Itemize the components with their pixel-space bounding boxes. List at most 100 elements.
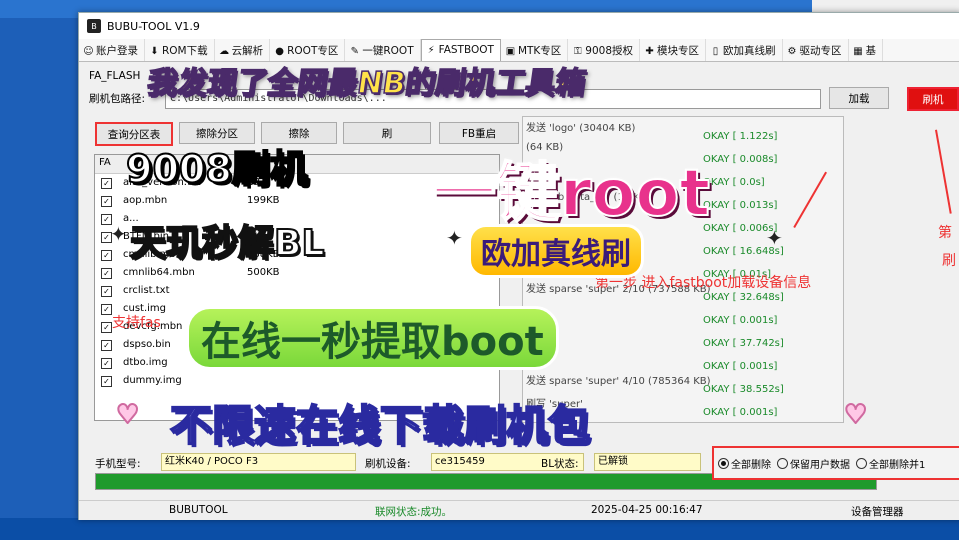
- tab-label: ROOT专区: [287, 45, 339, 57]
- tab-8[interactable]: ✚ 模块专区: [640, 39, 707, 61]
- log-ok-line: OKAY [ 0.0s]: [703, 176, 765, 188]
- log-ok-line: OKAY [ 32.648s]: [703, 291, 784, 303]
- bolt-icon: ⚡: [427, 45, 435, 56]
- taskbar: [0, 518, 959, 540]
- promo-oneplus: 欧加真线刷: [468, 224, 644, 278]
- file-row[interactable]: ✓ crclist.txt: [95, 283, 499, 301]
- checkbox[interactable]: ✓: [101, 268, 112, 279]
- root-icon: ●: [275, 46, 284, 57]
- file-row[interactable]: ✓ dummy.img: [95, 373, 499, 391]
- left-note: 支持fas: [112, 315, 161, 331]
- bl-label: BL状态:: [541, 458, 579, 470]
- promo-bl: 天玑秒解BL: [129, 222, 325, 265]
- status-datetime: 2025-04-25 00:16:47: [591, 504, 703, 516]
- checkbox[interactable]: ✓: [101, 376, 112, 387]
- puzzle-icon: ✚: [645, 46, 654, 57]
- tab-11[interactable]: ▦ 基: [849, 39, 884, 61]
- file-name: crclist.txt: [123, 285, 170, 296]
- log-ok-line: OKAY [ 37.742s]: [703, 337, 784, 349]
- tab-label: 模块专区: [657, 45, 700, 57]
- tab-label: 驱动专区: [799, 45, 842, 57]
- model-label: 手机型号:: [95, 458, 141, 470]
- sparkle-icon: ✦: [766, 226, 783, 250]
- status-network: 联网状态:成功。: [375, 506, 453, 518]
- wand-icon: ✎: [350, 46, 360, 57]
- file-name: aop.mbn: [123, 195, 168, 206]
- file-name: dummy.img: [123, 375, 182, 386]
- promo-boot: 在线一秒提取boot: [186, 306, 559, 370]
- file-name: dspso.bin: [123, 339, 171, 350]
- heart-icon: ♥: [115, 399, 140, 431]
- radio-icon[interactable]: [856, 457, 867, 469]
- tab-label: 账户登录: [96, 45, 138, 57]
- flash-button[interactable]: 刷机: [907, 87, 959, 111]
- section-label: FA_FLASH: [89, 70, 141, 82]
- path-label: 刷机包路径:: [89, 93, 146, 105]
- box-icon: ▦: [853, 46, 863, 57]
- checkbox[interactable]: ✓: [101, 250, 112, 261]
- tab-9[interactable]: ▯ 欧加真线刷: [706, 39, 783, 61]
- checkbox[interactable]: ✓: [101, 322, 112, 333]
- device-manager-link[interactable]: 设备管理器: [851, 504, 904, 519]
- log-ok-line: OKAY [ 0.001s]: [703, 314, 778, 326]
- sparkle-icon: ✦: [446, 226, 463, 250]
- log-ok-line: OKAY [ 0.008s]: [703, 153, 778, 165]
- file-row[interactable]: ✓ cmnlib64.mbn 500KB: [95, 265, 499, 283]
- window-title: BUBU-TOOL V1.9: [107, 19, 200, 33]
- radio-icon[interactable]: [777, 457, 788, 469]
- log-ok-line: OKAY [ 38.552s]: [703, 383, 784, 395]
- fb-reboot-button[interactable]: FB重启: [439, 122, 519, 144]
- tab-label: 欧加真线刷: [723, 45, 776, 57]
- heart-icon: ♥: [843, 399, 868, 431]
- sparkle-icon: ✦: [110, 222, 127, 246]
- wipe-option-2[interactable]: 全部删除并1: [856, 456, 925, 471]
- promo-9008: 9008刷机: [125, 138, 309, 193]
- log-send-line: 发送 'logo' (30404 KB): [526, 123, 636, 134]
- checkbox[interactable]: ✓: [101, 178, 112, 189]
- log-ok-line: OKAY [ 0.013s]: [703, 199, 778, 211]
- checkbox[interactable]: ✓: [101, 304, 112, 315]
- gear-icon: ⚙: [787, 46, 797, 57]
- status-app: BUBUTOOL: [169, 504, 228, 516]
- promo-download: 不限速在线下载刷机包: [169, 400, 591, 451]
- chip-icon: ▣: [505, 46, 516, 57]
- device-label: 刷机设备:: [365, 458, 411, 470]
- tab-0[interactable]: ☺ 账户登录: [79, 39, 145, 61]
- log-ok-line: OKAY [ 0.001s]: [703, 406, 778, 418]
- key-icon: ⚿: [573, 46, 582, 57]
- wipe-option-label: 保留用户数据: [790, 459, 850, 471]
- user-icon: ☺: [83, 46, 94, 57]
- checkbox[interactable]: ✓: [101, 196, 112, 207]
- tab-10[interactable]: ⚙ 驱动专区: [783, 39, 849, 61]
- model-value: 红米K40 / POCO F3: [161, 453, 356, 471]
- file-name: cmnlib64.mbn: [123, 267, 195, 278]
- checkbox[interactable]: ✓: [101, 340, 112, 351]
- log-ok-line: OKAY [ 0.001s]: [703, 360, 778, 372]
- log-ok-line: OKAY [ 1.122s]: [703, 130, 778, 142]
- promo-root: 一键root: [431, 156, 711, 232]
- radio-icon[interactable]: [718, 457, 729, 469]
- file-size: 500KB: [247, 267, 280, 278]
- wipe-option-0[interactable]: 全部删除: [718, 456, 771, 471]
- tab-label: 基: [865, 45, 877, 57]
- checkbox[interactable]: ✓: [101, 358, 112, 369]
- wipe-option-1[interactable]: 保留用户数据: [777, 456, 850, 471]
- tab-label: 9008授权: [585, 45, 634, 57]
- file-size: 199KB: [247, 195, 280, 206]
- checkbox[interactable]: ✓: [101, 286, 112, 297]
- promo-title: 我发现了全网最NB的刷机工具箱: [144, 65, 588, 102]
- flash-partition-button[interactable]: 刷: [343, 122, 431, 144]
- load-button[interactable]: 加载: [829, 87, 889, 109]
- wipe-option-label: 全部删除并1: [869, 459, 926, 471]
- wipe-option-label: 全部删除: [731, 459, 771, 471]
- bl-value: 已解锁: [594, 453, 701, 471]
- download-icon: ⬇: [150, 46, 159, 57]
- tab-label: MTK专区: [517, 45, 562, 57]
- phone-icon: ▯: [712, 46, 719, 57]
- tab-label: 云解析: [231, 45, 264, 57]
- file-list-header-label: FA: [99, 157, 111, 168]
- cloud-icon: ☁: [219, 46, 230, 57]
- title-bar: B BUBU-TOOL V1.9: [79, 13, 959, 39]
- log-send-line: 发送 sparse 'super' 4/10 (785364 KB): [526, 376, 711, 387]
- file-name: dtbo.img: [123, 357, 168, 368]
